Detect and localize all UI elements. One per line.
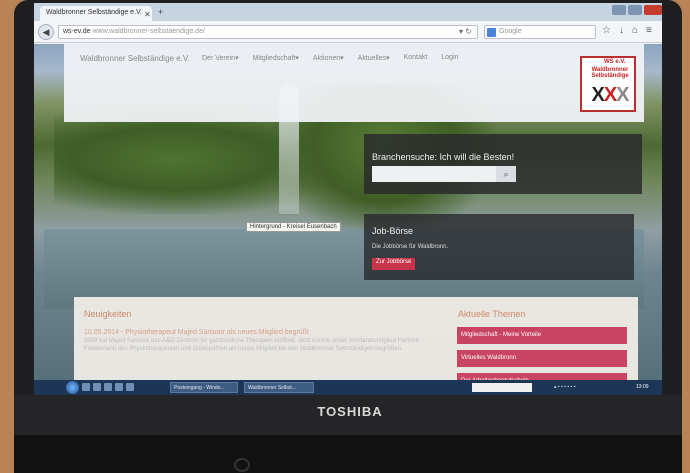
topics-title: Aktuelle Themen [458,309,526,319]
news-text: 2009 hat Majed Sarisour das A&O Zentrum … [84,338,419,352]
site-logo[interactable]: WS e.V. Waldbronner Selbständige XXX [580,56,636,112]
start-button[interactable] [66,381,79,394]
screen: Waldbronner Selbständige e.V. ✕ + ◀ ws-e… [34,3,662,395]
search-engine-icon[interactable] [487,28,496,37]
url-bar[interactable]: ws-ev.de www.waldbronner-selbstaendige.d… [58,25,478,39]
url-path: www.waldbronner-selbstaendige.de/ [92,28,205,35]
explorer-icon[interactable] [82,383,90,391]
taskbar-input[interactable] [472,383,532,392]
job-board-button[interactable]: Zur Jobbörse [372,258,416,270]
job-board-title: Job-Börse [372,226,414,236]
browser-icon[interactable] [104,383,112,391]
maximize-button[interactable] [628,5,642,15]
search-icon[interactable]: ⌕ [496,166,516,182]
web-page: Waldbronner Selbständige e.V. Der Verein… [34,44,662,381]
close-window-button[interactable] [644,5,662,15]
logo-figures: XXX [591,84,629,106]
bookmark-star-icon[interactable]: ☆ [602,25,611,36]
main-menu: Der Verein▾ Mitgliedschaft▾ Aktionen▾ Ak… [202,54,458,62]
home-icon[interactable]: ⌂ [632,25,638,36]
browser-tab[interactable]: Waldbronner Selbständige e.V. ✕ [40,6,152,21]
navigation-bar: ◀ ws-ev.de www.waldbronner-selbstaendige… [34,21,662,43]
mail-icon[interactable] [115,383,123,391]
search-placeholder: Google [499,28,522,35]
branch-search-input[interactable] [372,166,496,182]
logo-title: Waldbronner Selbständige [591,67,629,79]
menu-item-aktionen[interactable]: Aktionen▾ [313,54,344,62]
toolbar-icons: ☆ ↓ ⌂ ≡ [602,25,652,36]
image-tooltip: Hintergrund - Kreisel Eusenbach [246,222,341,232]
clock: 13:09 [636,384,649,390]
site-name-link[interactable]: Waldbronner Selbständige e.V. [80,54,190,63]
news-title: Neuigkeiten [84,309,132,319]
laptop-hinge [14,435,682,473]
branch-search-title: Branchensuche: Ich will die Besten! [372,152,515,162]
system-tray: ▴ ▪ ▪ ▪ ▪ ▪ ▪ [554,384,576,390]
close-icon[interactable]: ✕ [144,10,151,19]
menu-item-login[interactable]: Login [441,54,458,62]
job-board-panel: Job-Börse Die Jobbörse für Waldbronn. Zu… [364,214,634,280]
power-button [234,458,250,472]
taskbar-task-mail[interactable]: Posteingang - Windo... [170,382,238,393]
topic-button-virtual[interactable]: Virtuelles Waldbronn [457,350,627,367]
tab-strip: Waldbronner Selbständige e.V. ✕ + [34,3,662,21]
menu-item-mitgliedschaft[interactable]: Mitgliedschaft▾ [253,54,299,62]
new-tab-icon[interactable]: + [158,7,163,17]
tab-title: Waldbronner Selbständige e.V. [46,9,142,16]
menu-item-kontakt[interactable]: Kontakt [404,54,428,62]
menu-item-verein[interactable]: Der Verein▾ [202,54,239,62]
minimize-button[interactable] [612,5,626,15]
back-arrow-icon[interactable]: ◀ [38,24,54,40]
branch-search-panel: Branchensuche: Ich will die Besten! ⌕ [364,134,642,194]
content-section: Neuigkeiten 10.05.2014 - Physiotherapeut… [74,297,638,381]
job-board-description: Die Jobbörse für Waldbronn. [372,244,449,250]
taskbar-task-browser[interactable]: Waldbronner Selbst... [244,382,314,393]
site-header: Waldbronner Selbständige e.V. Der Verein… [64,44,644,122]
laptop-brand: TOSHIBA [317,404,383,419]
url-domain: ws-ev.de [63,28,91,35]
taskbar: Posteingang - Windo... Waldbronner Selbs… [34,380,662,395]
download-icon[interactable]: ↓ [619,25,624,36]
news-headline-link[interactable]: 10.05.2014 - Physiotherapeut Majed Saris… [84,329,309,336]
app-icon[interactable] [126,383,134,391]
search-bar[interactable]: Google [484,25,596,39]
reload-icon[interactable]: ▾ ↻ [459,27,472,36]
logo-tag: WS e.V. [604,59,626,65]
topic-button-membership[interactable]: Mitgliedschaft - Meine Vorteile [457,327,627,344]
menu-icon[interactable]: ≡ [646,25,652,36]
menu-item-aktuelles[interactable]: Aktuelles▾ [358,54,390,62]
quick-launch [82,383,134,391]
media-icon[interactable] [93,383,101,391]
window-controls [612,5,662,15]
